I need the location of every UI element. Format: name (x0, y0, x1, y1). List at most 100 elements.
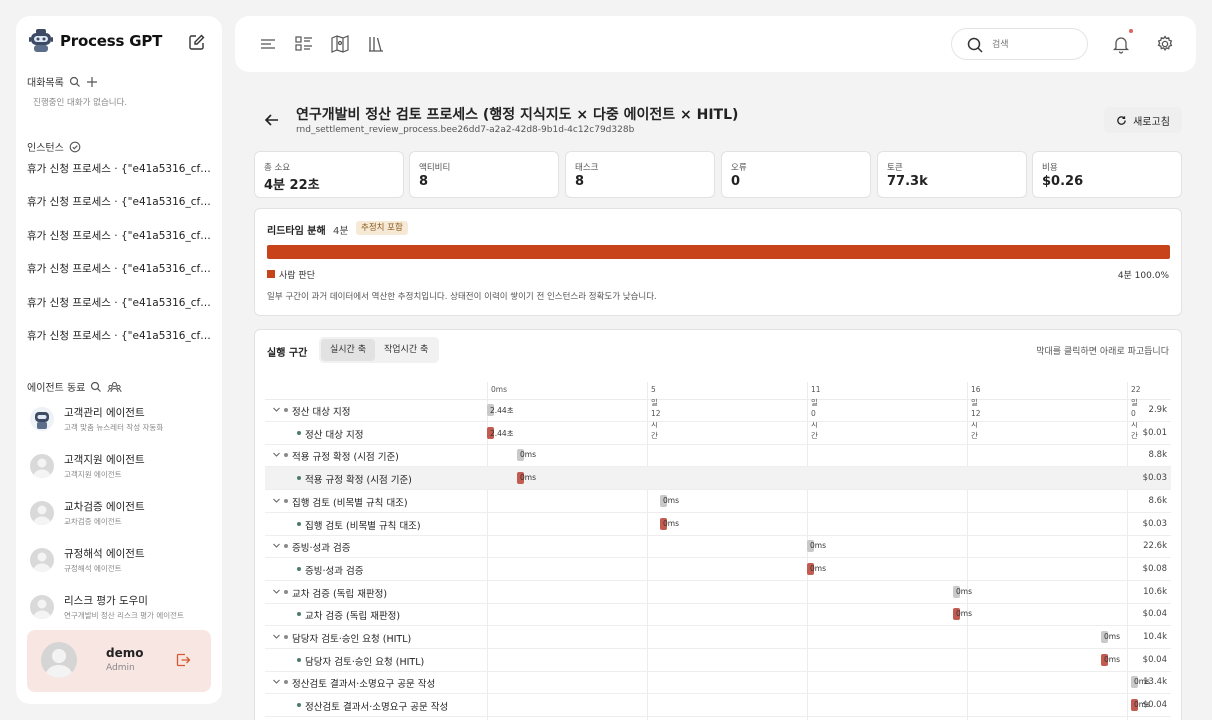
agent-name: 고객지원 에이전트 (64, 454, 145, 466)
person-avatar-icon (33, 458, 51, 478)
task-row[interactable]: 정산 대상 지정 2.44초 $0.01 (265, 422, 1171, 445)
agent-item[interactable]: 고객지원 에이전트 고객지원 에이전트 (28, 448, 213, 488)
library-icon[interactable] (366, 34, 386, 54)
task-row[interactable]: 증빙·성과 검증 0ms $0.08 (265, 558, 1171, 581)
chat-list-title: 대화목록 (27, 78, 64, 89)
agent-avatar (30, 548, 54, 572)
row-tokens: 10.4k (1143, 632, 1167, 642)
new-chat-edit-icon[interactable] (188, 33, 206, 51)
activity-row[interactable]: 증빙·성과 검증 0ms 22.6k (265, 535, 1171, 559)
chevron-down-icon[interactable] (272, 677, 281, 686)
stat-card: 오류 0 (721, 151, 871, 198)
chevron-down-icon[interactable] (272, 405, 281, 414)
agent-item[interactable]: 규정해석 에이전트 규정해석 에이전트 (28, 542, 213, 582)
lead-time-bar[interactable] (267, 245, 1170, 259)
agent-item[interactable]: 고객관리 에이전트 고객 맞춤 뉴스레터 작성 자동화 (28, 401, 213, 441)
stat-value: 8 (575, 174, 585, 189)
agent-item[interactable]: 교차검증 에이전트 교차검증 에이전트 (28, 495, 213, 535)
bar-duration-label: 0ms (520, 450, 536, 460)
search-input[interactable] (992, 36, 1080, 54)
row-label: 담당자 검토·승인 요청 (HITL) (305, 656, 425, 668)
list-checks-icon[interactable] (294, 34, 314, 54)
instance-item[interactable]: 휴가 신청 프로세스 · {"e41a5316_cfd0d02b"} (27, 328, 213, 343)
logout-icon[interactable] (175, 652, 191, 668)
row-label: 집행 검토 (비목별 규칙 대조) (292, 497, 408, 509)
search-box[interactable] (951, 28, 1088, 60)
row-cost: $0.01 (1142, 427, 1167, 438)
robot-avatar-icon (35, 412, 49, 429)
menu-lines-icon[interactable] (258, 34, 278, 54)
execution-title: 실행 구간 (267, 348, 308, 359)
instances-header: 인스턴스 (27, 139, 81, 154)
instances-title: 인스턴스 (27, 143, 64, 154)
agent-item[interactable]: 리스크 평가 도우미 연구개발비 정산 리스크 평가 에이전트 (28, 589, 213, 621)
person-avatar-icon (33, 552, 51, 572)
chevron-down-icon[interactable] (272, 450, 281, 459)
segment-label: 사람 판단 (279, 271, 315, 281)
task-row[interactable]: 정산검토 결과서·소명요구 공문 작성 0ms $0.04 (265, 694, 1171, 718)
bar-duration-label: 0ms (520, 473, 536, 483)
stat-value: 0 (731, 174, 741, 189)
stat-card: 토큰 77.3k (877, 151, 1027, 198)
stat-label: 비용 (1042, 163, 1058, 173)
agent-desc: 규정해석 에이전트 (64, 564, 122, 573)
tab-worktime-axis[interactable]: 작업시간 축 (375, 339, 437, 361)
task-row[interactable]: 적용 규정 확정 (시점 기준) 0ms $0.03 (265, 467, 1171, 491)
lead-time-note: 일부 구간이 과거 데이터에서 역산한 추정치입니다. 상태전이 이력이 쌓이기… (267, 292, 657, 302)
refresh-icon (1117, 115, 1126, 125)
row-label: 적용 규정 확정 (시점 기준) (292, 452, 399, 464)
robot-logo-icon (29, 29, 53, 52)
search-icon (967, 37, 983, 53)
bar-duration-label: 0ms (810, 563, 826, 573)
status-dot (297, 612, 301, 617)
activity-row[interactable]: 정산검토 결과서·소명요구 공문 작성 0ms 13.4k (265, 671, 1171, 695)
agent-avatar (30, 595, 54, 619)
lead-time-panel: 리드타임 분해 4분 추정치 포함 사람 판단 4분 100.0% 일부 구간이… (254, 208, 1182, 316)
agent-desc: 고객지원 에이전트 (64, 470, 122, 479)
stat-label: 토큰 (887, 163, 903, 173)
bell-icon[interactable] (1111, 34, 1131, 54)
task-row[interactable]: 집행 검토 (비목별 규칙 대조) 0ms $0.03 (265, 513, 1171, 536)
chevron-down-icon[interactable] (272, 632, 281, 641)
task-row[interactable]: 교차 검증 (독립 재판정) 0ms $0.04 (265, 603, 1171, 627)
status-dot (284, 498, 288, 503)
agent-group-icon[interactable] (107, 381, 122, 393)
instance-item[interactable]: 휴가 신청 프로세스 · {"e41a5316_cfd0d02b"} (27, 295, 213, 310)
row-tokens: 22.6k (1143, 541, 1167, 552)
task-row[interactable]: 담당자 검토·승인 요청 (HITL) 0ms $0.04 (265, 649, 1171, 672)
back-arrow-icon[interactable] (263, 111, 281, 129)
chevron-down-icon[interactable] (272, 587, 281, 596)
activity-row[interactable]: 담당자 검토·승인 요청 (HITL) 0ms 10.4k (265, 626, 1171, 649)
instance-item[interactable]: 휴가 신청 프로세스 · {"e41a5316_cfd0d02b"} (27, 161, 213, 176)
stat-card: 액티비티 8 (409, 151, 559, 198)
activity-row[interactable]: 교차 검증 (독립 재판정) 0ms 10.6k (265, 581, 1171, 604)
row-cost: $0.04 (1142, 700, 1167, 711)
status-dot (284, 453, 288, 458)
search-icon[interactable] (69, 76, 81, 88)
gear-icon[interactable] (1155, 34, 1175, 54)
refresh-button[interactable]: 새로고침 (1104, 107, 1182, 133)
user-name: demo (106, 646, 144, 660)
person-avatar-icon (33, 599, 51, 619)
plus-icon[interactable] (86, 76, 98, 88)
search-icon[interactable] (90, 381, 102, 393)
row-cost: $0.08 (1142, 563, 1167, 574)
row-cost: $0.04 (1142, 609, 1167, 620)
process-map-icon[interactable] (330, 34, 350, 54)
chevron-down-icon[interactable] (272, 496, 281, 505)
chevron-down-icon[interactable] (272, 541, 281, 550)
row-tokens: 8.6k (1148, 495, 1167, 506)
agent-avatar (30, 454, 54, 478)
activity-row[interactable]: 정산 대상 지정 2.44초 2.9k (265, 399, 1171, 422)
tab-realtime-axis[interactable]: 실시간 축 (321, 339, 375, 361)
status-dot (284, 408, 288, 412)
instance-item[interactable]: 휴가 신청 프로세스 · {"e41a5316_cfd0d02b"} (27, 194, 213, 209)
top-bar (235, 16, 1196, 72)
activity-row[interactable]: 적용 규정 확정 (시점 기준) 0ms 8.8k (265, 444, 1171, 468)
bar-duration-label: 2.44초 (490, 428, 514, 438)
activity-row[interactable]: 집행 검토 (비목별 규칙 대조) 0ms 8.6k (265, 490, 1171, 513)
instance-item[interactable]: 휴가 신청 프로세스 · {"e41a5316_cfd0d02b"} (27, 228, 213, 243)
row-cost: $0.04 (1142, 654, 1167, 665)
instance-item[interactable]: 휴가 신청 프로세스 · {"e41a5316_cfd0d02b"} (27, 261, 213, 276)
brand: Process GPT (28, 28, 162, 54)
